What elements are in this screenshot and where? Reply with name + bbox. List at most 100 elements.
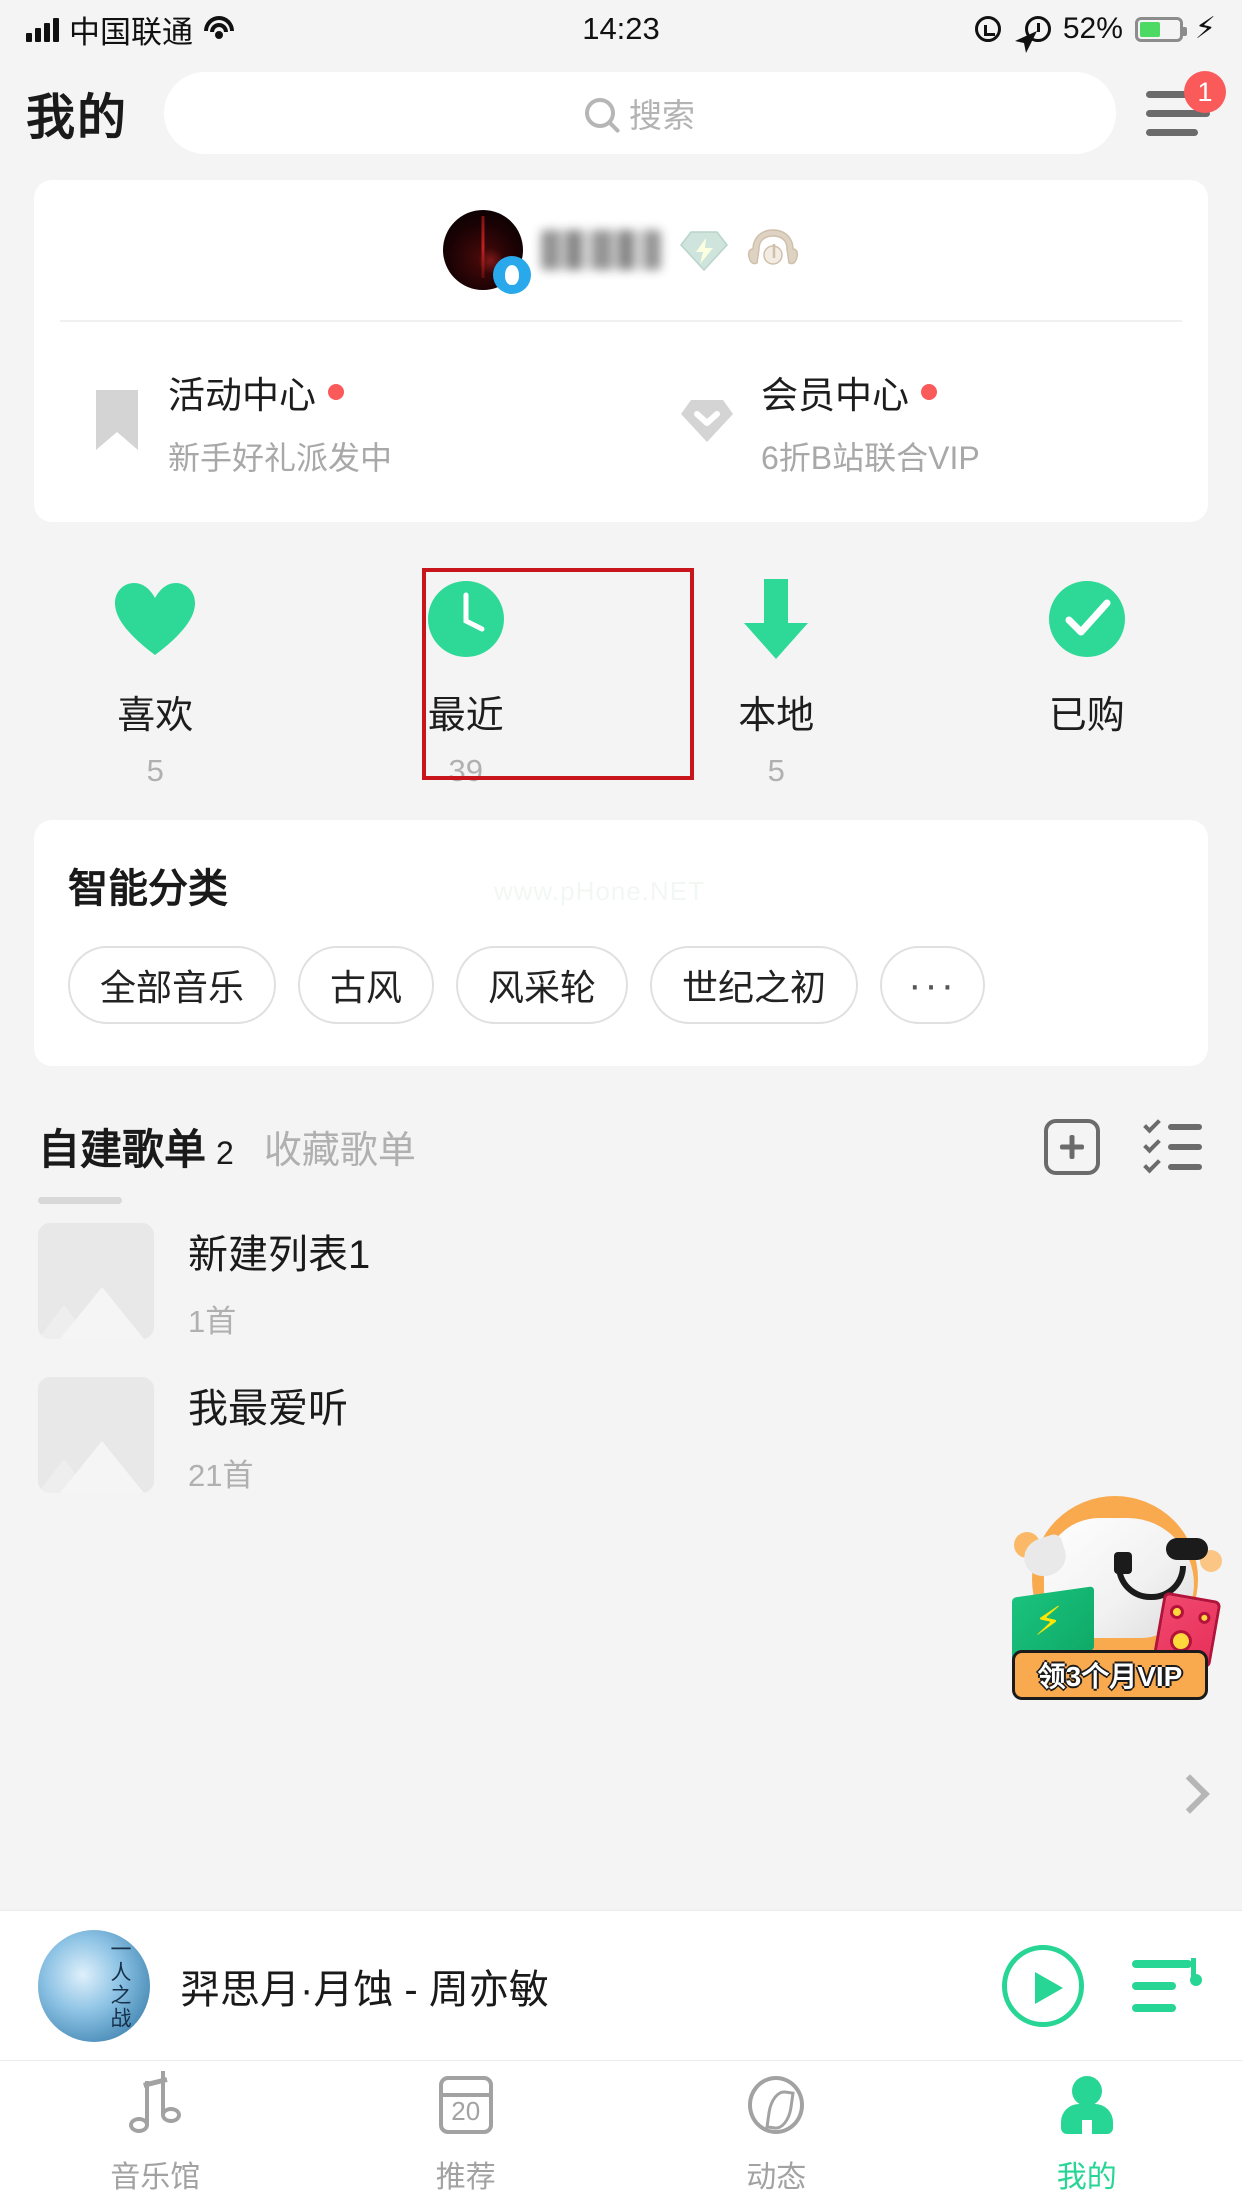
alarm-clock-icon: [1024, 16, 1051, 42]
member-center-item[interactable]: 会员中心 6折B站联合VIP: [621, 322, 1208, 522]
profile-card: 活动中心 新手好礼派发中 会员中心 6折B站联合VIP: [34, 180, 1208, 522]
mini-player-controls: [1002, 1944, 1204, 2027]
playlist-tabs-row: 自建歌单 2 收藏歌单: [0, 1066, 1242, 1177]
classify-chip-all-music[interactable]: 全部音乐: [68, 946, 277, 1024]
checklist-icon[interactable]: [1143, 1115, 1204, 1174]
battery-percent-label: 52%: [1062, 12, 1123, 45]
classify-chip-list: 全部音乐 古风 风采轮 世纪之初 ···: [68, 946, 1174, 1024]
classify-chip-more[interactable]: ···: [880, 946, 986, 1024]
person-icon: [1060, 2074, 1113, 2136]
chevron-right-icon[interactable]: [1170, 1774, 1210, 1814]
playlist-song-count: 1首: [188, 1303, 237, 1339]
quick-action-purchased-label: 已购: [1048, 695, 1125, 737]
tab-self-created-label: 自建歌单: [38, 1126, 207, 1173]
playlist-row-1[interactable]: 新建列表1 1首: [0, 1204, 1242, 1358]
hamburger-menu-button[interactable]: 1: [1146, 71, 1226, 143]
playlist-name: 我最爱听: [188, 1386, 348, 1431]
username-masked: [541, 230, 661, 270]
classify-chip-fengcailun[interactable]: 风采轮: [456, 946, 629, 1024]
compass-icon: [748, 2074, 805, 2136]
quick-action-purchased[interactable]: 已购: [932, 576, 1242, 796]
playlist-thumbnail: [38, 1223, 154, 1339]
activity-center-item[interactable]: 活动中心 新手好礼派发中: [34, 322, 621, 522]
charging-bolt-icon: ⚡: [1194, 12, 1216, 45]
playlist-name: 新建列表1: [188, 1232, 371, 1277]
activity-center-subtitle: 新手好礼派发中: [168, 440, 393, 476]
mini-player: 一人之战 羿思月·月蚀 - 周亦敏: [0, 1910, 1242, 2060]
page-title: 我的: [26, 90, 129, 145]
now-playing-title[interactable]: 羿思月·月蚀 - 周亦敏: [180, 1957, 549, 2015]
search-input[interactable]: 搜索: [164, 72, 1116, 154]
activity-red-dot: [328, 384, 344, 400]
classify-chip-shijizhichu[interactable]: 世纪之初: [650, 946, 859, 1024]
tab-music-hall[interactable]: 音乐馆: [0, 2061, 311, 2208]
search-icon: [585, 98, 615, 128]
tab-mine[interactable]: 我的: [932, 2061, 1242, 2208]
quick-actions-row: 喜欢 5 最近 39 本地 5 已购: [0, 568, 1242, 796]
classify-chip-guofeng[interactable]: 古风: [298, 946, 435, 1024]
floating-vip-ad[interactable]: ⚡ 领3个月VIP: [988, 1484, 1228, 1814]
playlist-actions: [1044, 1115, 1204, 1175]
playlist-thumbnail: [38, 1377, 154, 1493]
profile-row[interactable]: [34, 180, 1208, 320]
member-center-subtitle: 6折B站联合VIP: [761, 440, 980, 476]
tab-self-created-playlists[interactable]: 自建歌单 2: [38, 1116, 234, 1177]
quick-action-liked[interactable]: 喜欢 5: [0, 576, 311, 796]
watermark-text: www.pHone.NET: [494, 876, 705, 906]
active-tab-underline: [38, 1197, 122, 1204]
tab-recommend-label: 推荐: [435, 2160, 496, 2194]
quick-action-local-count: 5: [767, 753, 785, 788]
add-playlist-icon[interactable]: [1044, 1118, 1100, 1175]
status-bar-left: 中国联通: [26, 7, 235, 52]
lightning-bolt-icon: ⚡: [1034, 1600, 1063, 1644]
play-icon[interactable]: [1002, 1944, 1084, 2027]
bottom-tab-bar: 音乐馆 20 推荐 动态 我的: [0, 2060, 1242, 2208]
bookmark-icon: [92, 388, 142, 457]
smart-classify-card: 智能分类 www.pHone.NET 全部音乐 古风 风采轮 世纪之初 ···: [34, 820, 1208, 1066]
quick-action-local-label: 本地: [738, 695, 815, 737]
download-arrow-icon: [736, 576, 816, 662]
rotation-lock-icon: [974, 16, 1001, 42]
avatar[interactable]: [443, 210, 531, 294]
tab-mine-label: 我的: [1056, 2160, 1117, 2194]
status-bar-right: 52% ⚡: [974, 12, 1216, 53]
carrier-label: 中国联通: [69, 14, 193, 50]
menu-badge: 1: [1184, 71, 1226, 113]
check-circle-icon: [1047, 576, 1127, 662]
center-row: 活动中心 新手好礼派发中 会员中心 6折B站联合VIP: [34, 322, 1208, 522]
quick-action-recent-count: 39: [448, 753, 483, 788]
tab-feed-label: 动态: [746, 2160, 807, 2194]
playlist-info: 我最爱听 21首: [188, 1376, 348, 1495]
member-red-dot: [921, 384, 937, 400]
ad-label[interactable]: 领3个月VIP: [1012, 1650, 1208, 1700]
activity-center-title: 活动中心: [168, 365, 392, 419]
playlist-info: 新建列表1 1首: [188, 1222, 370, 1341]
album-art[interactable]: 一人之战: [38, 1929, 150, 2042]
signal-bars-icon: [26, 16, 59, 42]
tab-recommend[interactable]: 20 推荐: [311, 2061, 622, 2208]
tab-feed[interactable]: 动态: [621, 2061, 932, 2208]
music-note-icon: [129, 2070, 182, 2136]
heart-icon: [113, 576, 197, 662]
clock-icon: [426, 576, 506, 662]
quick-action-local[interactable]: 本地 5: [621, 576, 932, 796]
album-art-text: 一人之战: [108, 1937, 131, 2030]
diamond-vip-badge-icon: [679, 228, 729, 272]
playlist-queue-icon[interactable]: [1132, 1954, 1204, 2018]
member-center-title: 会员中心: [761, 365, 980, 419]
app-header: 我的 搜索 1: [0, 58, 1242, 168]
mascot-nose: [1166, 1538, 1208, 1560]
wifi-icon: [203, 16, 235, 42]
search-placeholder: 搜索: [629, 97, 695, 134]
quick-action-recent[interactable]: 最近 39: [311, 576, 622, 796]
tab-self-created-count: 2: [216, 1135, 234, 1171]
diamond-icon: [679, 392, 735, 453]
quick-action-liked-count: 5: [146, 753, 164, 788]
tab-music-hall-label: 音乐馆: [110, 2160, 201, 2194]
tab-collected-playlists[interactable]: 收藏歌单: [264, 1119, 416, 1174]
member-center-label: 会员中心: [761, 375, 909, 416]
calendar-day-number: 20: [451, 2095, 481, 2126]
calendar-icon: 20: [438, 2074, 493, 2136]
battery-icon: [1134, 16, 1187, 42]
quick-action-recent-label: 最近: [427, 695, 504, 737]
